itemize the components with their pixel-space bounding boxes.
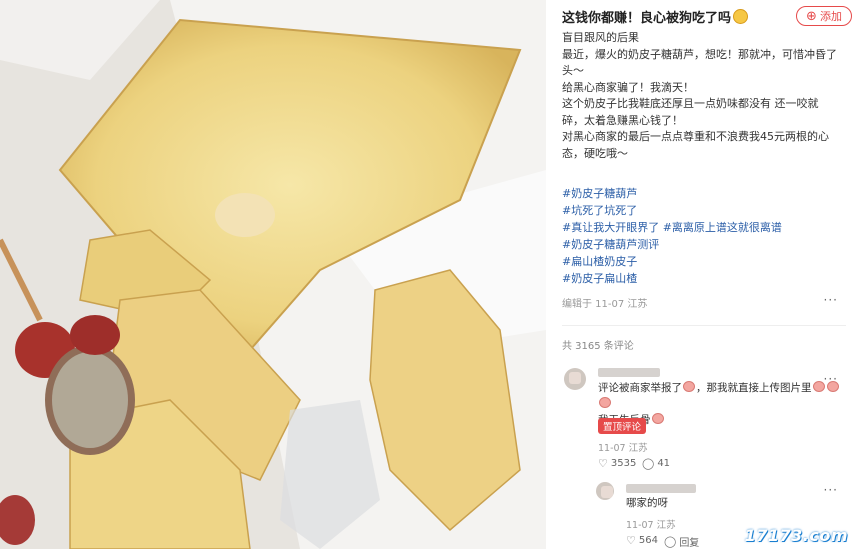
follow-label: 添加 <box>819 10 842 23</box>
like-button[interactable]: ♡ 564 <box>626 534 658 547</box>
comment-icon: ◯ <box>642 457 655 470</box>
reply-button[interactable]: ◯ 回复 <box>664 534 699 549</box>
hashtag-link[interactable]: #真让我大开眼界了 <box>562 221 659 234</box>
post-title-text: 这钱你都赚！良心被狗吃了吗 <box>562 11 732 26</box>
site-watermark: 17173.com <box>744 526 848 545</box>
avatar[interactable] <box>564 368 586 390</box>
body-line: 最近，爆火的奶皮子糖葫芦，想吃！那就冲，可惜冲昏了头～ <box>562 47 837 78</box>
post-meta: 编辑于 11-07 江苏 <box>562 299 648 310</box>
like-count: 3535 <box>610 458 637 469</box>
hashtag-link[interactable]: #奶皮子扁山楂 <box>562 272 637 285</box>
reply-button[interactable]: ◯ 41 <box>642 457 670 470</box>
hashtag-link[interactable]: #扁山楂奶皮子 <box>562 255 637 268</box>
post-title: 这钱你都赚！良心被狗吃了吗 <box>562 7 749 26</box>
more-icon[interactable]: ··· <box>824 293 838 307</box>
reply-count: 41 <box>657 458 671 469</box>
comment-text-part: ，那我就直接上传图片里 <box>696 382 812 394</box>
reply-label: 回复 <box>679 538 700 549</box>
smile-emoji-icon <box>733 9 749 24</box>
comment-meta: 11-07 江苏 <box>598 443 648 454</box>
body-line: 给黑心商家骗了！我滴天！ <box>562 80 694 94</box>
hashtag-link[interactable]: #坑死了坑死了 <box>562 204 637 217</box>
body-line: 对黑心商家的最后一点点尊重和不浪费我45元两根的心态，硬吃哦～ <box>562 130 829 160</box>
like-count: 564 <box>638 535 658 546</box>
comment-username[interactable] <box>626 484 696 493</box>
divider <box>562 325 846 326</box>
hashtag-link[interactable]: #奶皮子糖葫芦测评 <box>562 238 659 251</box>
post-photo[interactable] <box>0 0 546 549</box>
body-line: 这个奶皮子比我鞋底还厚且一点奶味都没有 还一咬就碎，太着急赚黑心钱了！ <box>562 97 819 127</box>
pinned-badge: 置顶评论 <box>598 418 646 434</box>
hashtag-list: #奶皮子糖葫芦 #坑死了坑死了 #真让我大开眼界了 #离离原上谱这就很离谱 #奶… <box>562 185 842 287</box>
pig-emoji-icon <box>599 397 611 408</box>
heart-icon: ♡ <box>598 457 608 470</box>
more-icon[interactable]: ··· <box>824 483 838 497</box>
comment-text-part: 评论被商家举报了 <box>598 382 682 394</box>
hashtag-link[interactable]: #离离原上谱这就很离谱 <box>663 221 782 234</box>
pig-emoji-icon <box>812 381 825 392</box>
post-detail-panel: 这钱你都赚！良心被狗吃了吗 ⊕ 添加 盲目跟风的后果 最近，爆火的奶皮子糖葫芦，… <box>546 0 854 549</box>
body-line: 盲目跟风的后果 <box>562 31 639 44</box>
avatar[interactable] <box>596 482 614 500</box>
like-button[interactable]: ♡ 3535 <box>598 457 636 470</box>
pig-emoji-icon <box>826 381 839 392</box>
follow-button[interactable]: ⊕ 添加 <box>796 6 852 26</box>
plus-icon: ⊕ <box>806 8 817 24</box>
post-body: 盲目跟风的后果 最近，爆火的奶皮子糖葫芦，想吃！那就冲，可惜冲昏了头～ 给黑心商… <box>562 30 838 162</box>
comments-count: 共 3165 条评论 <box>562 341 634 352</box>
food-photo-image <box>0 0 546 549</box>
comment-icon: ◯ <box>664 535 677 548</box>
pig-emoji-icon <box>683 381 695 392</box>
comment-meta: 11-07 江苏 <box>626 520 676 531</box>
comment-text: 哪家的呀 <box>626 497 668 509</box>
hashtag-link[interactable]: #奶皮子糖葫芦 <box>562 187 637 200</box>
comment-username[interactable] <box>598 368 660 377</box>
pig-emoji-icon <box>651 413 664 424</box>
heart-icon: ♡ <box>626 534 636 547</box>
